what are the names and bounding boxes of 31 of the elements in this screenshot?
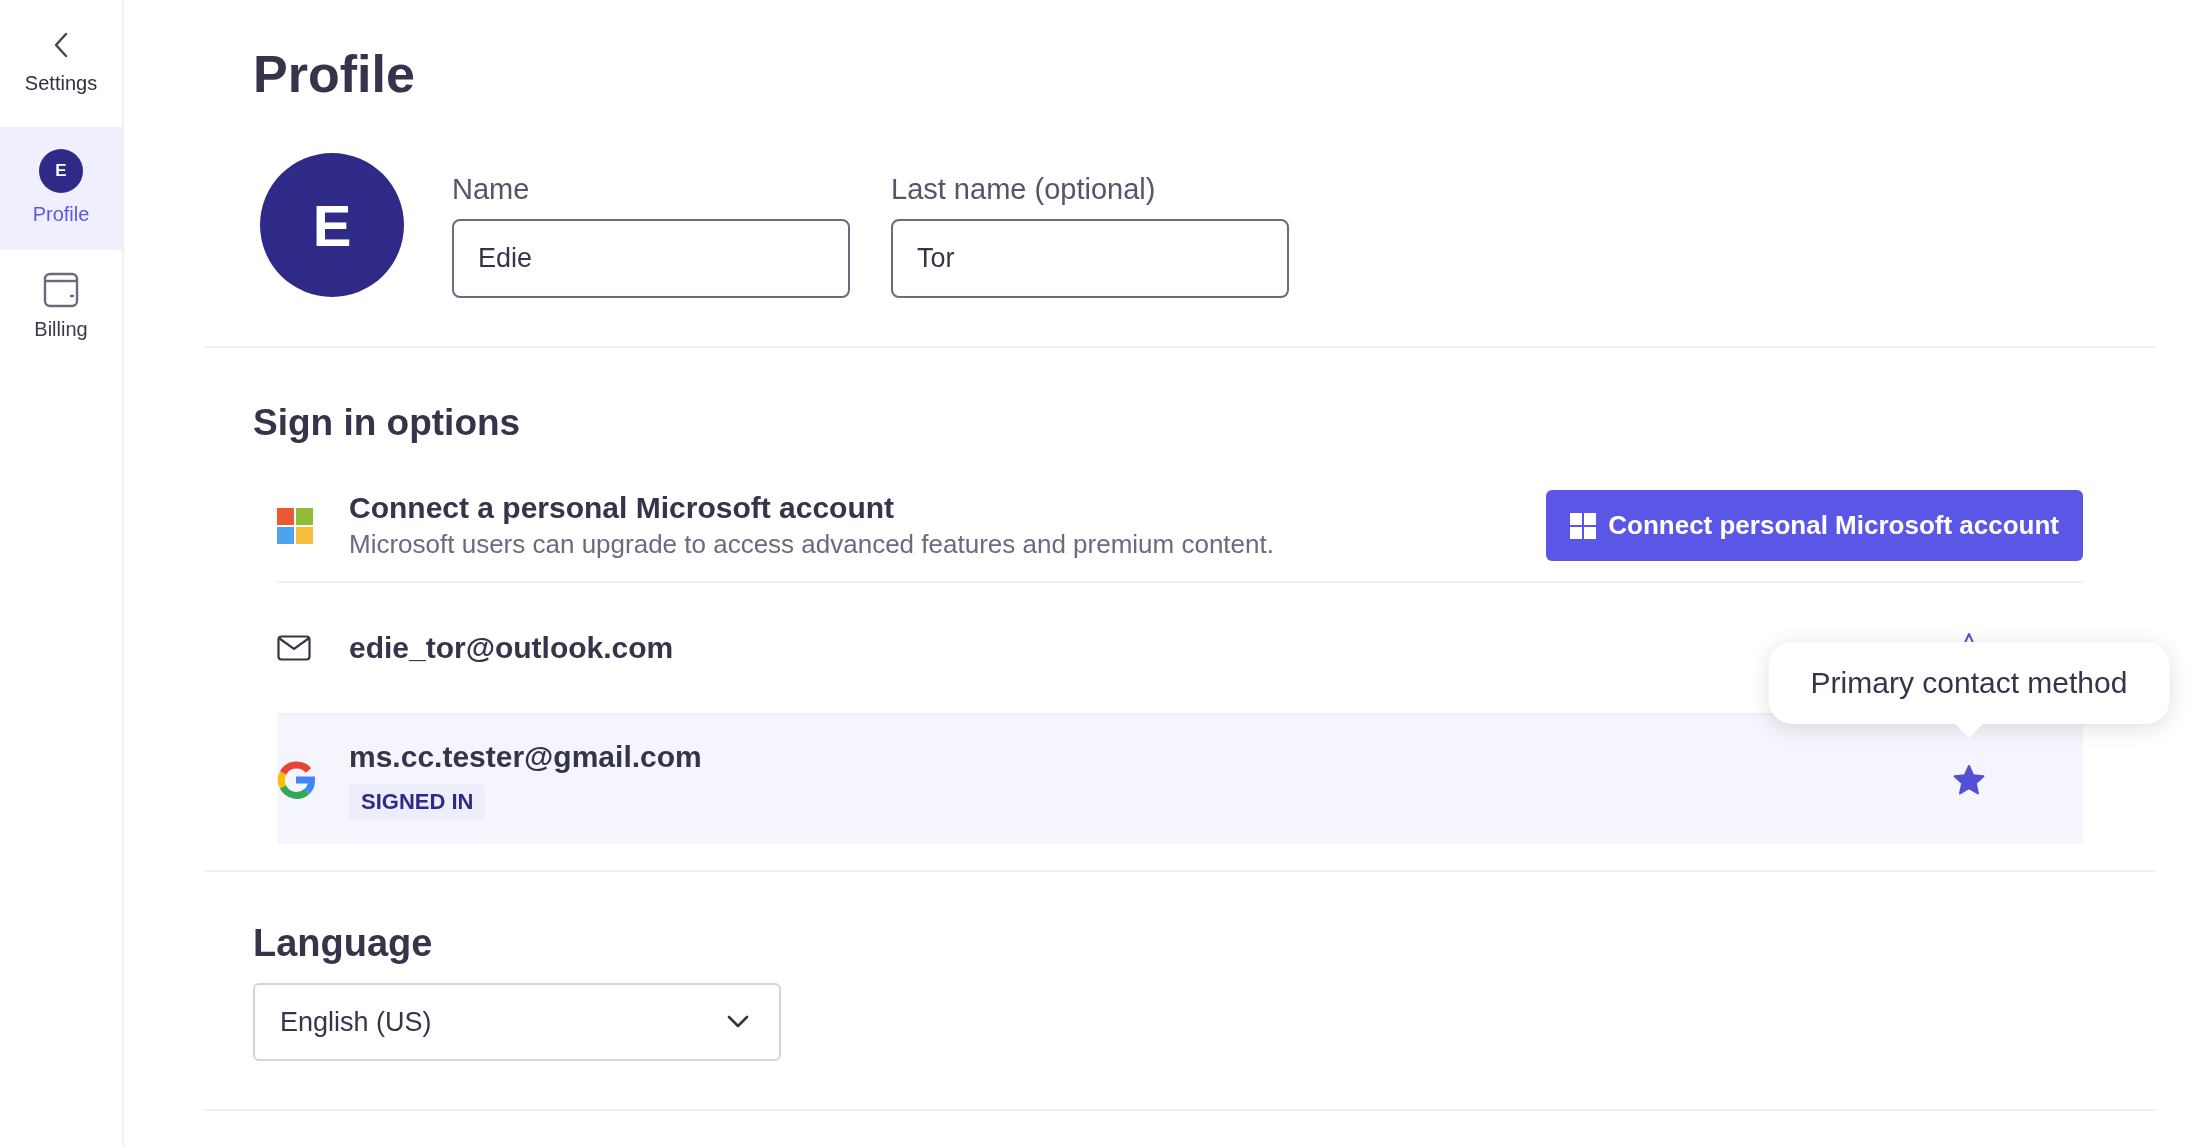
avatar: E <box>260 153 404 297</box>
connect-button[interactable]: Connect personal Microsoft account <box>1546 490 2083 561</box>
section-title: Language <box>253 922 434 965</box>
mail-icon <box>277 635 311 661</box>
back-icon <box>54 32 68 58</box>
microsoft-logo-icon <box>277 507 313 544</box>
back-link[interactable]: Settings <box>24 72 98 95</box>
language-dropdown[interactable]: English (US) <box>253 983 781 1061</box>
row-title: Connect a personal Microsoft account <box>349 491 895 525</box>
text-field[interactable]: Tor <box>891 219 1289 298</box>
avatar: E <box>39 149 83 193</box>
wallet-icon <box>43 272 79 308</box>
tooltip: Primary contact method <box>1768 641 2170 724</box>
field-label: Last name (optional) <box>891 173 1157 206</box>
email-address: ms.cc.tester@gmail.com <box>349 739 702 774</box>
tooltip-pointer <box>1954 722 1984 739</box>
google-logo-icon <box>277 760 315 799</box>
section-title: Sign in options <box>253 402 522 444</box>
field-label: Name <box>452 173 531 206</box>
sidebar-item[interactable]: Billing <box>0 250 122 365</box>
chevron-down-icon <box>727 1015 749 1029</box>
status-badge: SIGNED IN <box>349 783 486 820</box>
page-title: Profile <box>253 44 416 104</box>
star-icon[interactable] <box>1952 763 1986 796</box>
windows-icon <box>1570 512 1597 539</box>
nav-label: Profile <box>32 203 90 226</box>
sidebar-item[interactable]: E Profile <box>0 127 122 250</box>
text-field[interactable]: Edie <box>452 219 850 298</box>
email-address: edie_tor@outlook.com <box>349 631 674 665</box>
nav-label: Billing <box>34 318 88 341</box>
row-description: Microsoft users can upgrade to access advanced features and premium content. <box>349 529 1274 560</box>
